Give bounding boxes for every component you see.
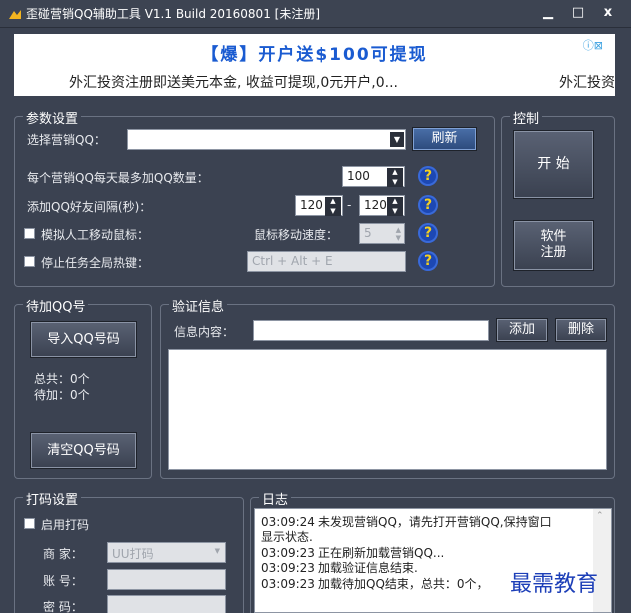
stepper-arrows-icon[interactable]: ▲ ▼ bbox=[387, 197, 403, 216]
ad-text[interactable]: 外汇投资注册即送美元本金, 收益可提现,0元开户,0... bbox=[69, 72, 398, 92]
stop-hotkey-checkbox[interactable] bbox=[24, 256, 35, 267]
interval-label: 添加QQ好友间隔(秒)： bbox=[27, 200, 152, 214]
start-button[interactable]: 开 始 bbox=[513, 130, 594, 199]
help-icon[interactable]: ? bbox=[418, 195, 438, 215]
ad-close-icon[interactable]: ⓘ⊠ bbox=[583, 37, 603, 53]
params-group-title: 参数设置 bbox=[23, 108, 82, 127]
chevron-down-icon[interactable]: ▼ bbox=[390, 132, 404, 147]
verify-content-label: 信息内容： bbox=[174, 325, 235, 339]
pending-waiting: 待加：0个 bbox=[34, 388, 90, 402]
log-entry: 显示状态. bbox=[261, 530, 313, 544]
enable-captcha-checkbox[interactable] bbox=[24, 518, 35, 529]
watermark-logo: 最需教育 bbox=[510, 572, 599, 597]
hotkey-field[interactable]: Ctrl + Alt + E bbox=[247, 251, 406, 272]
stepper-arrows-icon[interactable]: ▲ ▼ bbox=[325, 197, 341, 216]
maximize-button[interactable]: □ bbox=[568, 4, 588, 22]
captcha-vendor-label: 商 家： bbox=[43, 547, 83, 561]
log-entry: 03:09:23 加载验证信息结束. bbox=[261, 561, 418, 575]
control-group-title: 控制 bbox=[510, 108, 543, 127]
register-button[interactable]: 软件 注册 bbox=[513, 220, 594, 271]
verify-list[interactable] bbox=[168, 349, 607, 470]
window-title: 歪碰营销QQ辅助工具 V1.1 Build 20160801 [未注册] bbox=[26, 7, 321, 21]
captcha-group-title: 打码设置 bbox=[23, 489, 82, 508]
verify-content-input[interactable] bbox=[253, 320, 489, 341]
verify-group-title: 验证信息 bbox=[169, 296, 228, 315]
minimize-button[interactable]: ▁ bbox=[538, 4, 558, 22]
ad-banner[interactable]: 【爆】开户送$100可提现 外汇投资注册即送美元本金, 收益可提现,0元开户,0… bbox=[14, 34, 615, 96]
stepper-arrows-icon[interactable]: ▲ ▼ bbox=[387, 168, 403, 187]
simulate-mouse-label: 模拟人工移动鼠标： bbox=[41, 228, 150, 242]
simulate-mouse-checkbox[interactable] bbox=[24, 228, 35, 239]
interval-separator: - bbox=[347, 198, 352, 212]
ad-headline[interactable]: 【爆】开户送$100可提现 bbox=[14, 40, 615, 65]
help-icon[interactable]: ? bbox=[418, 251, 438, 271]
interval-max-stepper[interactable]: 120 ▲ ▼ bbox=[359, 195, 405, 216]
help-icon[interactable]: ? bbox=[418, 166, 438, 186]
refresh-button[interactable]: 刷新 bbox=[412, 127, 477, 151]
chevron-up-icon[interactable]: ⌃ bbox=[596, 511, 604, 521]
help-icon[interactable]: ? bbox=[418, 223, 438, 243]
max-add-label: 每个营销QQ每天最多加QQ数量： bbox=[27, 171, 209, 185]
stop-hotkey-label: 停止任务全局热键： bbox=[41, 256, 150, 270]
import-qq-button[interactable]: 导入QQ号码 bbox=[30, 321, 137, 358]
captcha-password-input[interactable] bbox=[107, 595, 226, 613]
verify-delete-button[interactable]: 删除 bbox=[555, 318, 607, 342]
app-icon bbox=[9, 10, 21, 19]
captcha-account-label: 账 号： bbox=[43, 574, 83, 588]
app-window: 歪碰营销QQ辅助工具 V1.1 Build 20160801 [未注册] ▁ □… bbox=[0, 0, 631, 613]
enable-captcha-label: 启用打码 bbox=[41, 518, 90, 532]
chevron-down-icon[interactable]: ▼ bbox=[215, 547, 220, 555]
captcha-account-input[interactable] bbox=[107, 569, 226, 590]
ad-text-tail[interactable]: 外汇投资 bbox=[559, 72, 615, 92]
log-entry: 03:09:23 加载待加QQ结束，总共：0个， bbox=[261, 577, 489, 591]
captcha-password-label: 密 码： bbox=[43, 600, 83, 613]
stepper-arrows-icon[interactable]: ▲ ▼ bbox=[396, 226, 401, 242]
max-add-stepper[interactable]: 100 ▲ ▼ bbox=[342, 166, 405, 187]
log-group-title: 日志 bbox=[259, 489, 292, 508]
pending-total: 总共：0个 bbox=[34, 372, 90, 386]
mouse-speed-label: 鼠标移动速度： bbox=[254, 228, 339, 242]
select-qq-label: 选择营销QQ： bbox=[27, 133, 106, 147]
mouse-speed-stepper[interactable]: 5 ▲ ▼ bbox=[359, 223, 405, 244]
pending-group-title: 待加QQ号 bbox=[23, 296, 89, 315]
title-bar[interactable]: 歪碰营销QQ辅助工具 V1.1 Build 20160801 [未注册] ▁ □… bbox=[0, 0, 631, 28]
verify-add-button[interactable]: 添加 bbox=[496, 318, 548, 342]
interval-min-stepper[interactable]: 120 ▲ ▼ bbox=[295, 195, 343, 216]
captcha-vendor-select[interactable]: UU打码 ▼ bbox=[107, 542, 226, 563]
close-button[interactable]: x bbox=[598, 4, 618, 22]
clear-qq-button[interactable]: 清空QQ号码 bbox=[30, 432, 137, 469]
select-qq-dropdown[interactable]: ▼ bbox=[127, 129, 406, 150]
